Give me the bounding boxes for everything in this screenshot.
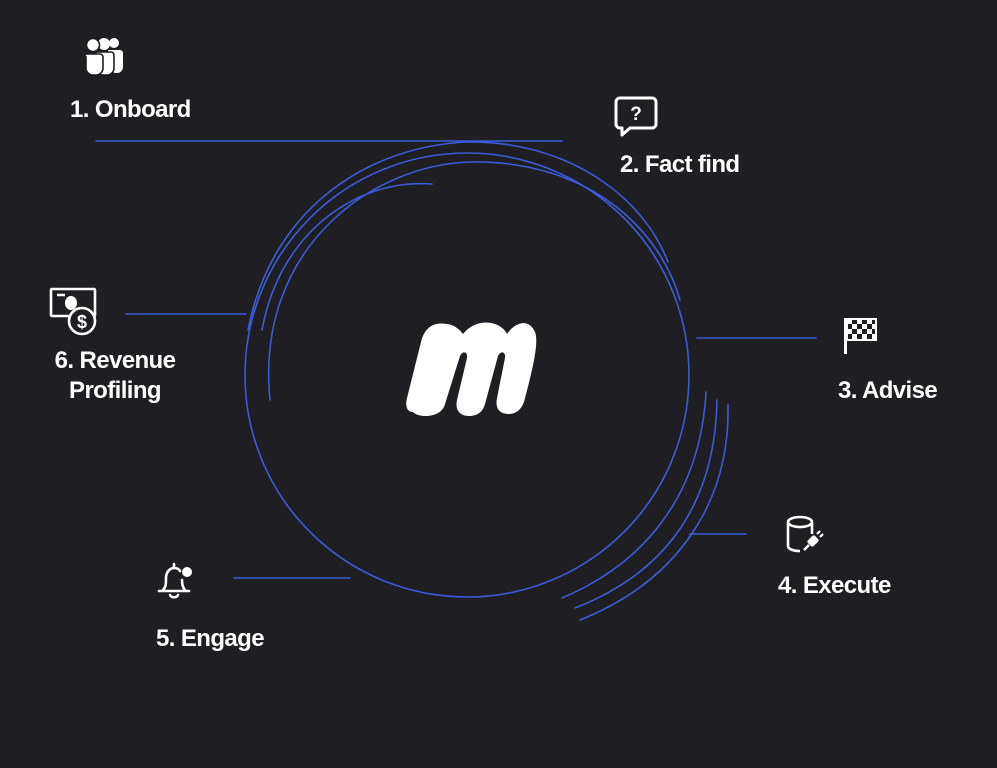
svg-text:?: ? bbox=[630, 104, 642, 125]
step-label-execute: 4. Execute bbox=[778, 572, 891, 599]
step-label-revenue-line2: Profiling bbox=[69, 377, 162, 404]
notification-bell-icon bbox=[154, 560, 198, 604]
money-dollar-icon: $ bbox=[49, 286, 101, 338]
m-logo-icon bbox=[405, 312, 540, 422]
step-label-advise: 3. Advise bbox=[838, 377, 938, 404]
step-label-fact-find: 2. Fact find bbox=[620, 151, 740, 178]
step-label-revenue-profiling: 6. Revenue Profiling bbox=[40, 346, 190, 406]
cycle-arc-5 bbox=[579, 404, 729, 621]
checkered-flag-icon bbox=[842, 316, 878, 356]
database-plug-icon bbox=[784, 514, 826, 556]
question-chat-icon: ? bbox=[614, 95, 658, 137]
svg-text:$: $ bbox=[77, 312, 87, 332]
cycle-arc-2 bbox=[261, 182, 433, 331]
step-label-engage: 5. Engage bbox=[156, 625, 265, 652]
cycle-arc-3 bbox=[247, 141, 669, 331]
step-label-revenue-line1: 6. Revenue bbox=[54, 347, 176, 374]
users-icon bbox=[84, 37, 124, 75]
cycle-arc-4 bbox=[574, 399, 718, 609]
step-label-onboard: 1. Onboard bbox=[70, 96, 191, 123]
